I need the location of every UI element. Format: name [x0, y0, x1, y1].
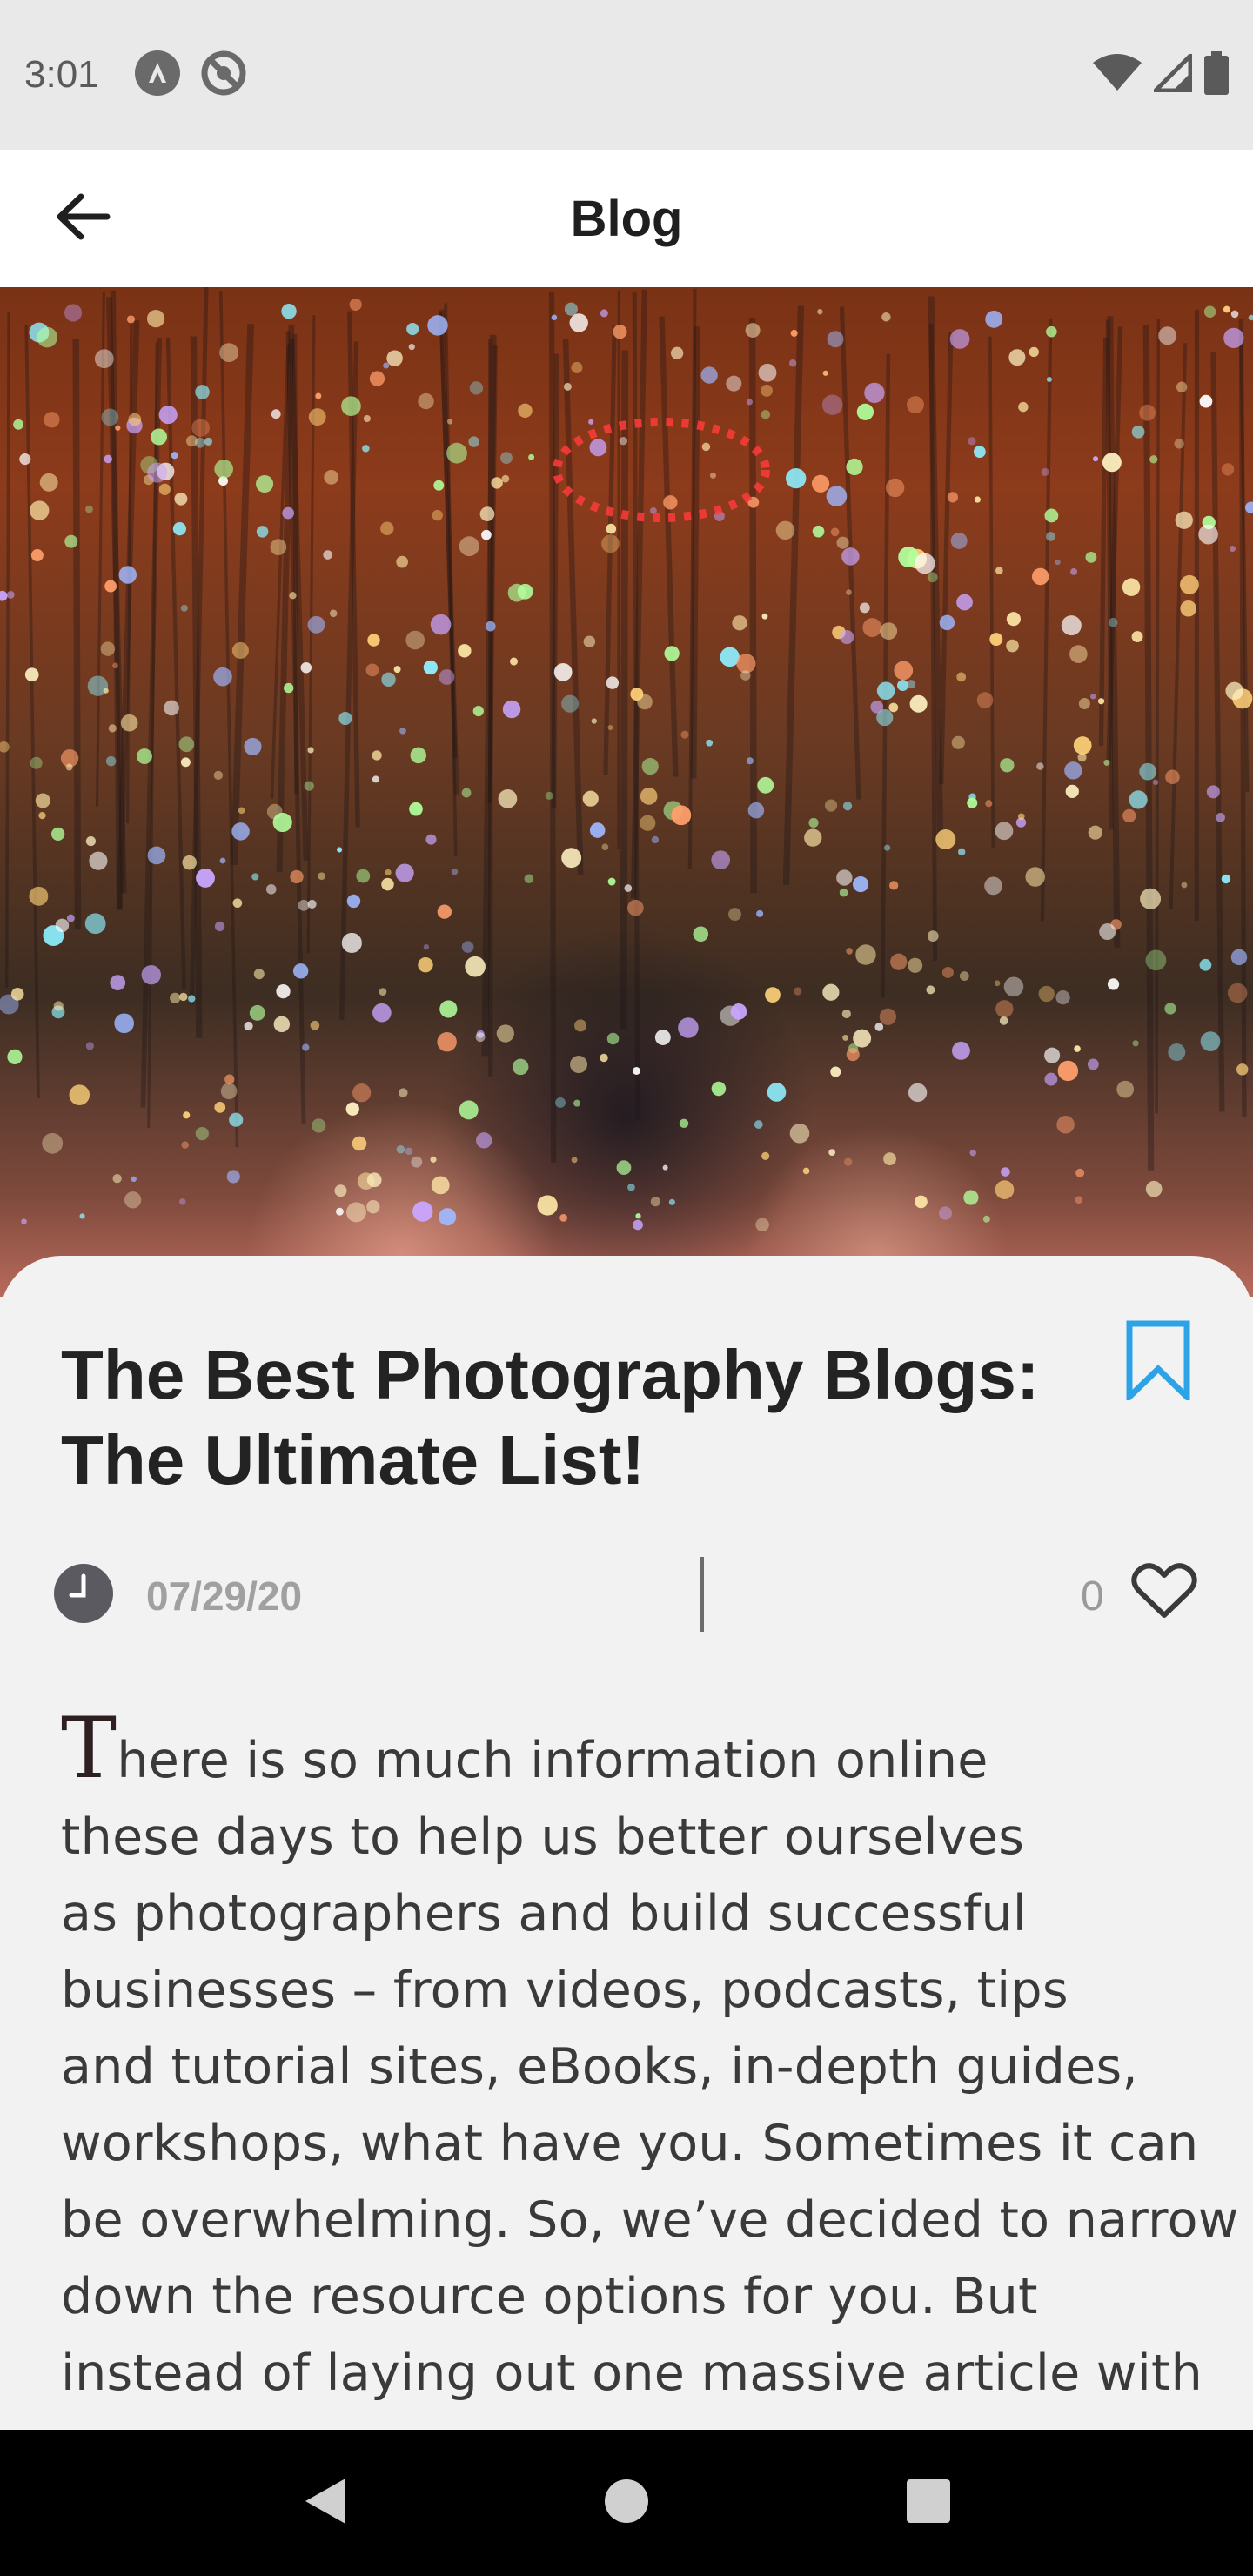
- meta-divider: [700, 1557, 704, 1632]
- like-count: 0: [1081, 1573, 1104, 1620]
- arrow-back-icon: [53, 188, 111, 250]
- dropcap-letter: T: [61, 1700, 117, 1797]
- status-bar: 3:01: [0, 0, 1253, 150]
- post-date: 07/29/20: [146, 1573, 303, 1619]
- post-body-line: down the resource options for you. But: [61, 2268, 1038, 2325]
- system-nav-bar: [0, 2430, 1253, 2576]
- back-button[interactable]: [44, 180, 120, 257]
- post-body-line: There is so much information online: [61, 1707, 1227, 1799]
- home-circle-icon: [602, 2477, 651, 2530]
- recents-square-icon: [905, 2478, 952, 2529]
- status-time: 3:01: [24, 53, 99, 96]
- cellular-signal-icon: [1149, 50, 1193, 97]
- heart-outline-icon: [1131, 1562, 1197, 1625]
- bookmark-button[interactable]: [1121, 1318, 1196, 1405]
- post-body-line: workshops, what have you. Sometimes it c…: [61, 2115, 1199, 2172]
- sync-disabled-icon: [200, 50, 247, 101]
- post-title-line: The Best Photography Blogs:: [61, 1336, 1040, 1413]
- page-title: Blog: [570, 190, 683, 247]
- post-body-line: businesses – from videos, podcasts, tips: [61, 1962, 1069, 2019]
- post-meta-row: 07/29/20 0: [52, 1552, 1201, 1635]
- like-button[interactable]: [1128, 1559, 1201, 1628]
- post-title: The Best Photography Blogs: The Ultimate…: [61, 1332, 1053, 1503]
- post-body: There is so much information online thes…: [61, 1707, 1239, 2412]
- nav-back-button[interactable]: [272, 2451, 377, 2555]
- battery-icon: [1204, 50, 1229, 99]
- post-body-text: here is so much information online: [117, 1732, 988, 1789]
- wifi-icon: [1093, 53, 1142, 97]
- clock-icon: [52, 1562, 115, 1625]
- back-triangle-icon: [300, 2475, 349, 2532]
- post-body-line: instead of laying out one massive articl…: [61, 2345, 1203, 2402]
- post-body-line: and tutorial sites, eBooks, in-depth gui…: [61, 2038, 1138, 2096]
- status-icons-right: [1093, 50, 1229, 99]
- hero-image: [0, 287, 1253, 1297]
- post-body-line: be overwhelming. So, we’ve decided to na…: [61, 2191, 1239, 2249]
- bookmark-outline-icon: [1125, 1320, 1191, 1405]
- nav-home-button[interactable]: [574, 2451, 679, 2555]
- nav-recents-button[interactable]: [876, 2451, 981, 2555]
- app-bar: Blog: [0, 150, 1253, 287]
- post-title-line: The Ultimate List!: [61, 1421, 646, 1499]
- post-body-line: as photographers and build successful: [61, 1885, 1028, 1942]
- post-body-line: these days to help us better ourselves: [61, 1808, 1025, 1866]
- post-card: The Best Photography Blogs: The Ultimate…: [0, 1256, 1253, 2431]
- app-notification-icon: [134, 50, 181, 101]
- status-icons-left: [134, 50, 247, 101]
